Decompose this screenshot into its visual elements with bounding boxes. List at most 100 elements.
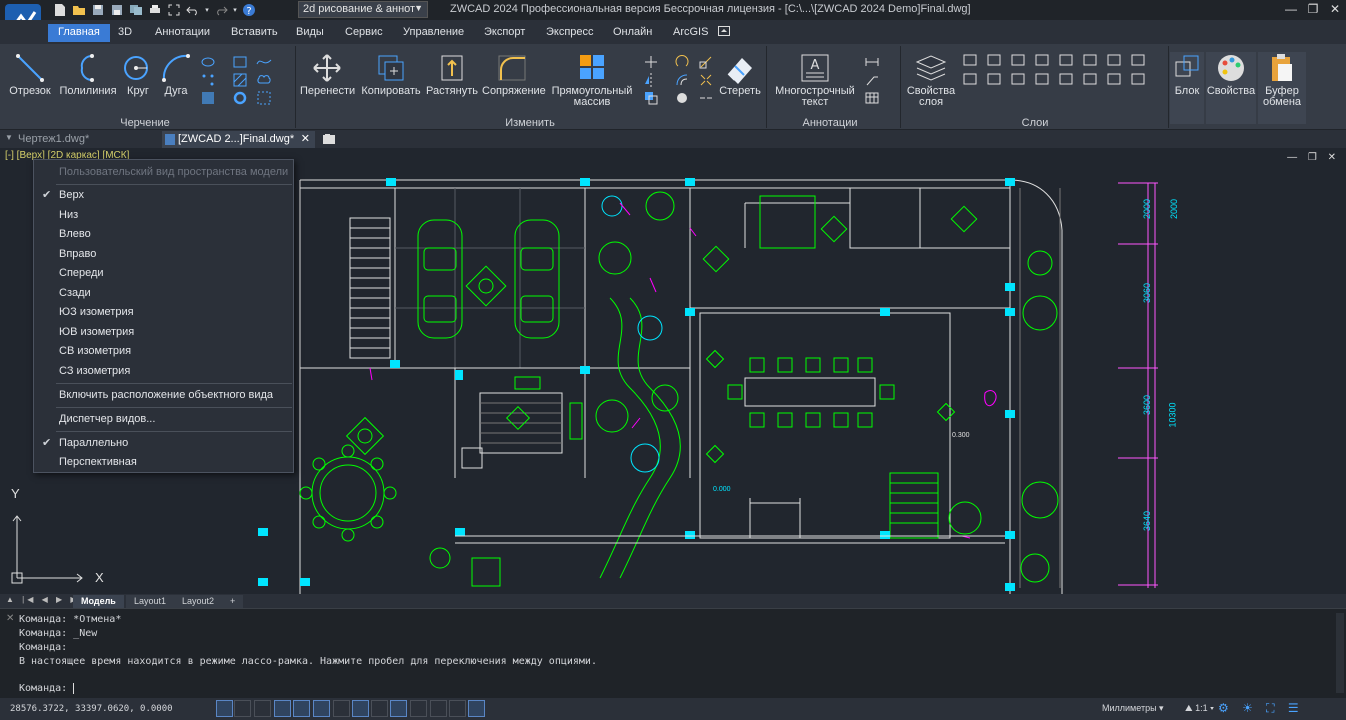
- selection-cycling-icon[interactable]: [410, 700, 427, 717]
- break-icon[interactable]: [698, 90, 714, 106]
- trim-icon[interactable]: [643, 54, 659, 70]
- arc-button[interactable]: Дуга: [158, 52, 194, 97]
- menu-item-front[interactable]: Спереди: [34, 264, 293, 283]
- ribbon-minimize-icon[interactable]: [712, 24, 736, 42]
- fillet-button[interactable]: Сопряжение: [482, 52, 546, 97]
- fullscreen-icon[interactable]: [166, 2, 182, 18]
- close-tab-icon[interactable]: ✕: [301, 132, 310, 145]
- menu-item-sw-iso[interactable]: ЮЗ изометрия: [34, 303, 293, 322]
- tab-annotations[interactable]: Аннотации: [145, 24, 220, 42]
- grid-toggle-icon[interactable]: [216, 700, 233, 717]
- undo-icon[interactable]: [185, 2, 201, 18]
- polyline-button[interactable]: Полилиния: [58, 52, 118, 97]
- offset-icon[interactable]: [674, 72, 690, 88]
- tab-insert[interactable]: Вставить: [221, 24, 288, 42]
- otrack-toggle-icon[interactable]: [313, 700, 330, 717]
- redo-dropdown-icon[interactable]: ▾: [232, 2, 238, 18]
- close-icon[interactable]: ✕: [6, 613, 14, 624]
- doc-tab-final[interactable]: [ZWCAD 2...]Final.dwg* ✕: [162, 131, 315, 148]
- block-button[interactable]: Блок: [1170, 52, 1204, 124]
- revcloud-icon[interactable]: [256, 72, 272, 88]
- properties-button[interactable]: Свойства: [1206, 52, 1256, 124]
- lineweight-toggle-icon[interactable]: [371, 700, 388, 717]
- restore-button[interactable]: ❐: [1302, 0, 1324, 18]
- menu-item-se-iso[interactable]: ЮВ изометрия: [34, 323, 293, 342]
- donut-icon[interactable]: [232, 90, 248, 106]
- tab-views[interactable]: Виды: [286, 24, 334, 42]
- menu-item-perspective[interactable]: Перспективная: [34, 453, 293, 472]
- tab-home[interactable]: Главная: [48, 24, 110, 42]
- menu-item-right[interactable]: Вправо: [34, 245, 293, 264]
- dyn-input-toggle-icon[interactable]: [352, 700, 369, 717]
- snap-toggle-icon[interactable]: [234, 700, 251, 717]
- wipeout-icon[interactable]: [256, 90, 272, 106]
- point-icon[interactable]: [200, 72, 216, 88]
- ortho-toggle-icon[interactable]: [254, 700, 271, 717]
- viewport-window-controls[interactable]: — ❐ ✕: [1287, 152, 1340, 163]
- scale-icon[interactable]: [698, 54, 714, 70]
- redo-icon[interactable]: [213, 2, 229, 18]
- polar-toggle-icon[interactable]: [274, 700, 291, 717]
- circle-button[interactable]: Круг: [120, 52, 156, 97]
- menu-item-parallel[interactable]: ✔ Параллельно: [34, 434, 293, 453]
- layer-tools-icon[interactable]: [962, 52, 1162, 90]
- erase-button[interactable]: Стереть: [718, 52, 762, 97]
- save-all-icon[interactable]: [128, 2, 144, 18]
- doc-list-icon[interactable]: ▼: [5, 133, 13, 142]
- units-indicator[interactable]: Миллиметры ▾: [1102, 703, 1164, 714]
- stretch-button[interactable]: Растянуть: [426, 52, 478, 97]
- help-icon[interactable]: ?: [241, 2, 257, 18]
- 3d-osnap-icon[interactable]: [430, 700, 447, 717]
- menu-item-bottom[interactable]: Низ: [34, 206, 293, 225]
- array-icon[interactable]: [643, 90, 659, 106]
- menu-item-nw-iso[interactable]: СЗ изометрия: [34, 362, 293, 381]
- move-button[interactable]: Перенести: [300, 52, 355, 97]
- leader-icon[interactable]: [864, 72, 880, 88]
- tab-online[interactable]: Онлайн: [603, 24, 662, 42]
- workspace-dropdown[interactable]: 2d рисование & аннот ▼: [298, 1, 428, 18]
- save-icon[interactable]: [90, 2, 106, 18]
- command-input[interactable]: Команда:: [19, 683, 81, 694]
- print-icon[interactable]: [147, 2, 163, 18]
- hatch-icon[interactable]: [232, 72, 248, 88]
- command-scrollbar[interactable]: [1336, 613, 1344, 693]
- tab-service[interactable]: Сервис: [335, 24, 393, 42]
- mtext-button[interactable]: A Многострочный текст: [772, 52, 858, 108]
- tab-export[interactable]: Экспорт: [474, 24, 535, 42]
- tab-model[interactable]: Модель: [73, 595, 124, 608]
- table-icon[interactable]: [864, 90, 880, 106]
- new-file-icon[interactable]: [52, 2, 68, 18]
- close-button[interactable]: ✕: [1324, 0, 1346, 18]
- menu-item-top[interactable]: ✔ Верх: [34, 186, 293, 205]
- copy-button[interactable]: Копировать: [360, 52, 422, 97]
- transparency-toggle-icon[interactable]: [390, 700, 407, 717]
- add-layout-button[interactable]: +: [222, 595, 244, 608]
- menu-item-ne-iso[interactable]: СВ изометрия: [34, 342, 293, 361]
- chamfer-icon[interactable]: [674, 90, 690, 106]
- new-tab-button[interactable]: [318, 131, 340, 148]
- menu-item-align-view[interactable]: Включить расположение объектного вида: [34, 386, 293, 405]
- dyn-ucs-toggle-icon[interactable]: [333, 700, 350, 717]
- menu-item-left[interactable]: Влево: [34, 225, 293, 244]
- annotation-monitor-icon[interactable]: [449, 700, 466, 717]
- rect-array-button[interactable]: Прямоугольный массив: [550, 52, 634, 108]
- rectangle-icon[interactable]: [232, 54, 248, 70]
- spline-icon[interactable]: [256, 54, 272, 70]
- line-button[interactable]: Отрезок: [8, 52, 52, 97]
- undo-dropdown-icon[interactable]: ▾: [204, 2, 210, 18]
- region-icon[interactable]: [200, 90, 216, 106]
- clipboard-button[interactable]: Буфер обмена: [1258, 52, 1306, 124]
- mirror-icon[interactable]: [643, 72, 659, 88]
- ellipse-icon[interactable]: [200, 54, 216, 70]
- tab-express[interactable]: Экспресс: [536, 24, 604, 42]
- minimize-button[interactable]: —: [1280, 0, 1302, 18]
- menu-item-back[interactable]: Сзади: [34, 284, 293, 303]
- dimension-icon[interactable]: [864, 54, 880, 70]
- tab-3d[interactable]: 3D: [108, 24, 142, 42]
- osnap-toggle-icon[interactable]: [293, 700, 310, 717]
- annotation-scale[interactable]: ⛰ 1:1 ▾: [1185, 703, 1214, 714]
- tab-arcgis[interactable]: ArcGIS: [663, 24, 718, 42]
- layer-properties-button[interactable]: Свойства слоя: [904, 52, 958, 108]
- menu-item-view-manager[interactable]: Диспетчер видов...: [34, 410, 293, 429]
- quick-properties-icon[interactable]: [468, 700, 485, 717]
